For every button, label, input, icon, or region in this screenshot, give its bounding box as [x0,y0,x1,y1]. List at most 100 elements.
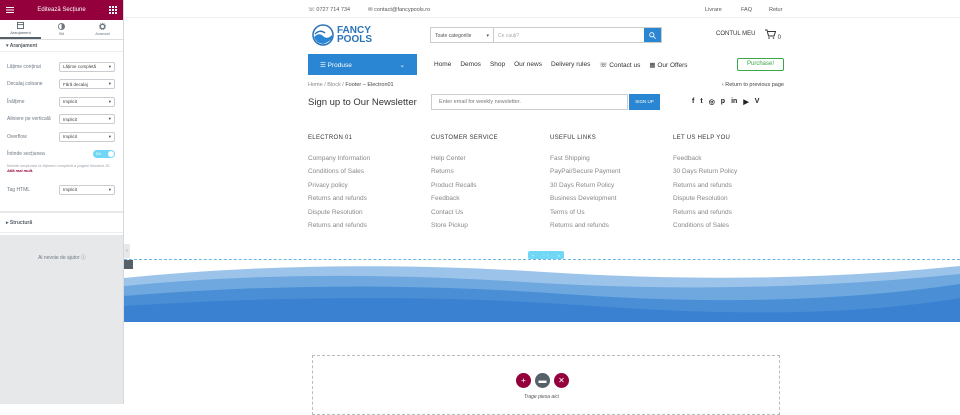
structure-section: ▸ Structură [0,213,123,235]
facebook-icon[interactable]: f [692,98,694,106]
nav-links: Home Demos Shop Our news Delivery rules … [434,61,688,69]
return-text: Return to previous page [725,82,784,88]
layout-section-header[interactable]: ▾ Aranjament [0,40,123,52]
top-link-faq[interactable]: FAQ [741,7,752,13]
column-gap-select[interactable]: Fără decalaj ▾ [59,79,115,90]
nav-demos[interactable]: Demos [460,61,481,69]
footer-link[interactable]: Returns and refunds [673,182,783,195]
breadcrumb-block[interactable]: Block [327,82,340,88]
footer-link[interactable]: Returns and refunds [308,195,418,208]
drag-icon[interactable]: ⋮⋮ [542,253,550,258]
email-link[interactable]: ✉ contact@fancypools.ro [368,7,430,13]
setting-vertical-align: Aliniere pe verticală Implicit ▾ [0,111,123,129]
hamburger-icon[interactable] [6,6,14,14]
add-icon[interactable]: + [532,253,534,258]
footer-link[interactable]: Feedback [673,155,783,168]
footer-link[interactable]: Privacy policy [308,182,418,195]
setting-label: Înălțime [7,98,25,105]
cart-button[interactable]: 0 [765,29,781,41]
footer-link[interactable]: Conditions of Sales [308,168,418,181]
chevron-down-icon: ▾ [108,116,111,122]
products-menu-button[interactable]: ☰ Produse ⌄ [308,54,417,75]
style-icon [58,23,65,30]
tab-layout[interactable]: Aranjament [0,20,41,39]
top-link-return[interactable]: Retur [769,7,782,13]
overflow-select[interactable]: Implicit ▾ [59,131,115,142]
tab-style[interactable]: Stil [41,20,82,39]
purchase-button[interactable]: Purchase! [737,58,784,71]
help-link[interactable]: Ai nevoie de ajutor ⓘ [0,254,124,261]
footer-link[interactable]: Fast Shipping [550,155,660,168]
footer-link[interactable]: Returns and refunds [673,209,783,222]
help-icon: ⓘ [80,255,86,261]
html-tag-select[interactable]: Implicit ▾ [59,184,115,195]
footer-link[interactable]: Dispute Resolution [673,195,783,208]
setting-label: Aliniere pe verticală [7,116,51,123]
footer-link[interactable]: 30 Days Return Policy [673,168,783,181]
newsletter-input[interactable]: Enter email for weekly newsletter. [431,94,628,110]
footer-link[interactable]: Returns and refunds [550,222,660,235]
footer-link[interactable]: PayPal/Secure Payment [550,168,660,181]
setting-label: Întinde secțiunea [7,151,45,158]
setting-label: Tag HTML [7,186,31,193]
nav-contact[interactable]: ☏ Contact us [599,61,640,69]
linkedin-icon[interactable]: in [731,98,737,106]
column-title: CUSTOMER SERVICE [431,135,498,141]
search-button[interactable] [644,28,661,42]
pinterest-icon[interactable]: p [721,98,725,106]
nav-home[interactable]: Home [434,61,451,69]
breadcrumb-home[interactable]: Home [308,82,323,88]
folder-icon: ▬ [538,376,547,385]
footer-link[interactable]: Help Center [431,155,541,168]
footer-link[interactable]: Terms of Us [550,209,660,222]
instagram-icon[interactable]: ◎ [709,98,715,106]
nav-offers[interactable]: ▦ Our Offers [649,61,687,69]
add-section-button[interactable]: + [516,373,531,388]
vimeo-icon[interactable]: V [755,98,760,106]
my-account-link[interactable]: CONTUL MEU [716,31,755,37]
close-icon[interactable]: × [558,253,560,258]
nav-shop[interactable]: Shop [490,61,505,69]
footer-link[interactable]: Returns and refunds [308,222,418,235]
top-link-delivery[interactable]: Livrare [705,7,722,13]
footer-link[interactable]: Product Recalls [431,182,541,195]
extension-button[interactable]: ✕ [554,373,569,388]
stretch-toggle[interactable]: DA [93,150,115,159]
phone-text: 0727 714 734 [316,7,351,13]
height-select[interactable]: Implicit ▾ [59,96,115,107]
nav-delivery[interactable]: Delivery rules [551,61,590,69]
content-width-select[interactable]: Lățime completă ▾ [59,61,115,72]
footer-link[interactable]: Feedback [431,195,541,208]
twitter-icon[interactable]: t [700,98,702,106]
nav-offers-label: Our Offers [657,62,688,69]
nav-news[interactable]: Our news [514,61,542,69]
footer-link[interactable]: 30 Days Return Policy [550,182,660,195]
signup-button[interactable]: SIGN UP [629,94,660,110]
footer-link[interactable]: Business Development [550,195,660,208]
category-select[interactable]: Toate categoriile ▾ [431,28,494,42]
footer-link[interactable]: Conditions of Sales [673,222,783,235]
youtube-icon[interactable]: ▶ [743,98,748,106]
learn-more-link[interactable]: Află mai mult. [7,168,33,173]
cart-icon [765,29,777,39]
search-bar: Toate categoriile ▾ Ce cauți? [430,27,662,43]
section-handle[interactable]: + ⋮⋮ × [528,251,564,259]
grid-icon[interactable] [109,6,117,14]
add-template-button[interactable]: ▬ [535,373,550,388]
setting-content-width: Lățime conținut Lățime completă ▾ [0,58,123,76]
return-link[interactable]: ‹ Return to previous page [722,82,784,88]
footer-link[interactable]: Returns [431,168,541,181]
search-input[interactable]: Ce cauți? [494,28,644,42]
footer-link[interactable]: Contact Us [431,209,541,222]
tab-advanced[interactable]: Avansat [82,20,123,39]
footer-link[interactable]: Store Pickup [431,222,541,235]
footer-column-electron: ELECTRON 01 Company Information Conditio… [308,135,418,235]
vertical-align-select[interactable]: Implicit ▾ [59,114,115,125]
phone-link[interactable]: ☏ 0727 714 734 [308,7,350,13]
logo[interactable]: FANCY POOLS [312,24,372,46]
gear-icon [99,23,106,30]
footer-link[interactable]: Dispute Resolution [308,209,418,222]
footer-link[interactable]: Company Information [308,155,418,168]
store-icon: ▦ [649,62,656,69]
structure-section-header[interactable]: ▸ Structură [0,213,123,233]
